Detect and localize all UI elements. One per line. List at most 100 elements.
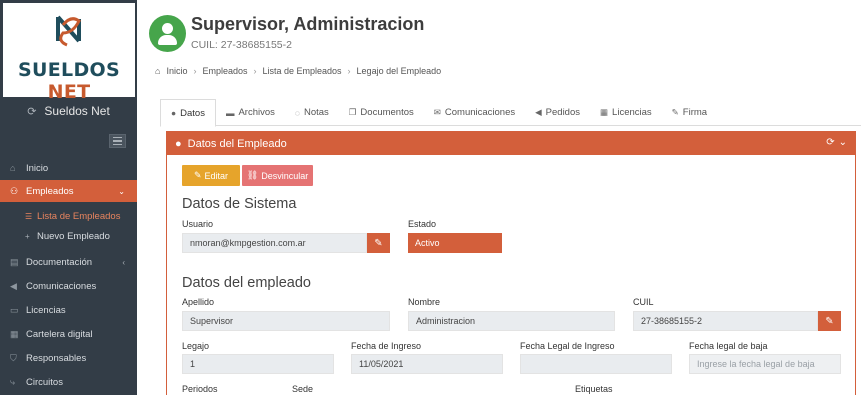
plus-icon: +: [25, 231, 30, 241]
edit-usuario-button[interactable]: ✎: [367, 233, 390, 253]
sidebar-subitem-label: Lista de Empleados: [37, 210, 121, 222]
pencil-icon: ✎: [193, 170, 202, 180]
sidebar-item-label: Documentación: [26, 256, 93, 268]
chevron-left-icon: ‹: [122, 257, 125, 267]
breadcrumb: ⌂ Inicio › Empleados › Lista de Empleado…: [155, 66, 441, 76]
etiquetas-label: Etiquetas: [575, 384, 613, 394]
usuario-label: Usuario: [182, 219, 214, 229]
apellido-field[interactable]: Supervisor: [182, 311, 390, 331]
list-icon: ☰: [25, 211, 33, 221]
periodos-label: Periodos: [182, 384, 218, 394]
edit-icon: ✎: [825, 315, 834, 327]
tab-notas[interactable]: ◌ Notas: [285, 99, 339, 126]
tab-label: Archivos: [238, 107, 275, 118]
desvincular-button-label: Desvincular: [261, 170, 309, 181]
circuit-icon: ⤷: [10, 376, 16, 387]
tab-label: Notas: [303, 107, 329, 118]
page-subtitle: CUIL: 27-38685155-2: [191, 39, 292, 51]
edit-cuil-button[interactable]: ✎: [818, 311, 841, 331]
fecha-legal-ingreso-label: Fecha Legal de Ingreso: [520, 341, 615, 351]
page-title: Supervisor, Administracion: [191, 14, 425, 34]
breadcrumb-item[interactable]: Empleados: [202, 66, 247, 76]
breadcrumb-item[interactable]: Inicio: [166, 66, 187, 76]
sidebar-item-label: Licencias: [26, 304, 66, 316]
breadcrumb-separator: ›: [193, 66, 197, 76]
tab-datos[interactable]: ● Datos: [160, 99, 216, 127]
sidebar-subitem-label: Nuevo Empleado: [37, 230, 110, 242]
sede-label: Sede: [292, 384, 314, 394]
bullhorn-icon: ◀: [535, 107, 542, 117]
chevron-down-icon[interactable]: ⌄: [839, 137, 847, 148]
estado-label: Estado: [408, 219, 437, 229]
envelope-icon: ✉: [433, 107, 441, 117]
chevron-down-icon: ⌄: [118, 186, 125, 196]
pen-icon: ✎: [671, 107, 679, 117]
user-icon: ●: [175, 137, 182, 150]
sidebar-item-empleados[interactable]: ⚇ Empleados ⌄: [0, 180, 137, 202]
home-icon: ⌂: [155, 66, 161, 76]
documents-icon: ❐: [348, 107, 357, 117]
sidebar-item-licencias[interactable]: ▭ Licencias: [0, 299, 137, 321]
estado-badge: Activo: [408, 233, 502, 253]
logo[interactable]: SUELDOS NET: [3, 3, 135, 103]
sidebar-toggle-button[interactable]: [109, 134, 126, 148]
legajo-label: Legajo: [182, 341, 210, 351]
tab-pedidos[interactable]: ◀ Pedidos: [525, 99, 590, 126]
refresh-icon: ⟳: [27, 105, 37, 118]
breadcrumb-item[interactable]: Lista de Empleados: [262, 66, 341, 76]
apellido-label: Apellido: [182, 297, 215, 307]
tab-archivos[interactable]: ▬ Archivos: [216, 99, 285, 126]
sidebar-item-responsables[interactable]: ⛉ Responsables: [0, 347, 137, 369]
tab-label: Pedidos: [545, 107, 581, 118]
breadcrumb-separator: ›: [253, 66, 257, 76]
section-title-sistema: Datos de Sistema: [182, 196, 297, 212]
panel-header: ● Datos del Empleado ⟳ ⌄: [167, 132, 855, 155]
refresh-icon[interactable]: ⟳: [826, 137, 834, 148]
sidebar-item-label: Inicio: [26, 162, 49, 174]
breadcrumb-separator: ›: [347, 66, 351, 76]
brand-name: Sueldos Net: [44, 104, 110, 118]
cuil-field[interactable]: 27-38685155-2: [633, 311, 818, 331]
sidebar-item-documentacion[interactable]: ▤ Documentación ‹: [0, 251, 137, 273]
sidebar-item-label: Cartelera digital: [26, 328, 93, 340]
sidebar-subitem-nuevo-empleado[interactable]: + Nuevo Empleado: [0, 226, 137, 246]
license-icon: ▭: [10, 304, 19, 315]
usuario-field[interactable]: nmoran@kmpgestion.com.ar: [182, 233, 367, 253]
fecha-legal-ingreso-field[interactable]: [520, 354, 672, 374]
unlink-icon: ⛓: [246, 170, 259, 180]
fecha-legal-baja-field[interactable]: Ingrese la fecha legal de baja: [689, 354, 841, 374]
brand-row: ⟳ Sueldos Net: [0, 100, 137, 122]
sidebar-item-comunicaciones[interactable]: ◀ Comunicaciones: [0, 275, 137, 297]
logo-text: SUELDOS NET: [3, 59, 135, 103]
sidebar: SUELDOS NET ⟳ Sueldos Net ⌂ Inicio ⚇ Emp…: [0, 0, 137, 395]
breadcrumb-item: Legajo del Empleado: [356, 66, 442, 76]
sidebar-item-label: Empleados: [26, 185, 74, 197]
board-icon: ▦: [10, 328, 19, 339]
tab-label: Datos: [180, 107, 205, 119]
tab-label: Documentos: [360, 107, 414, 118]
tab-firma[interactable]: ✎ Firma: [662, 99, 717, 126]
megaphone-icon: ◀: [10, 280, 17, 291]
tab-bar: ● Datos ▬ Archivos ◌ Notas ❐ Documentos …: [160, 99, 861, 127]
sidebar-item-label: Circuitos: [26, 376, 63, 388]
fecha-ingreso-label: Fecha de Ingreso: [351, 341, 422, 351]
sidebar-item-label: Responsables: [26, 352, 87, 364]
logo-mark-icon: [56, 15, 81, 47]
sidebar-item-cartelera[interactable]: ▦ Cartelera digital: [0, 323, 137, 345]
tab-label: Comunicaciones: [444, 107, 516, 118]
sidebar-item-inicio[interactable]: ⌂ Inicio: [0, 157, 137, 179]
tab-licencias[interactable]: ▦ Licencias: [590, 99, 662, 126]
nombre-field[interactable]: Administracion: [408, 311, 615, 331]
fecha-ingreso-field[interactable]: 11/05/2021: [351, 354, 503, 374]
logo-text-part1: SUELDOS: [18, 59, 120, 81]
sidebar-item-circuitos[interactable]: ⤷ Circuitos: [0, 371, 137, 393]
cuil-label: CUIL: [633, 297, 654, 307]
folder-icon: ▬: [225, 107, 235, 118]
desvincular-button[interactable]: ⛓ Desvincular: [242, 165, 313, 186]
tab-comunicaciones[interactable]: ✉ Comunicaciones: [424, 99, 525, 126]
tab-label: Firma: [682, 107, 708, 118]
legajo-field[interactable]: 1: [182, 354, 334, 374]
tab-documentos[interactable]: ❐ Documentos: [339, 99, 424, 126]
sidebar-subitem-lista-empleados[interactable]: ☰ Lista de Empleados: [0, 206, 137, 226]
edit-button[interactable]: ✎ Editar: [182, 165, 240, 186]
